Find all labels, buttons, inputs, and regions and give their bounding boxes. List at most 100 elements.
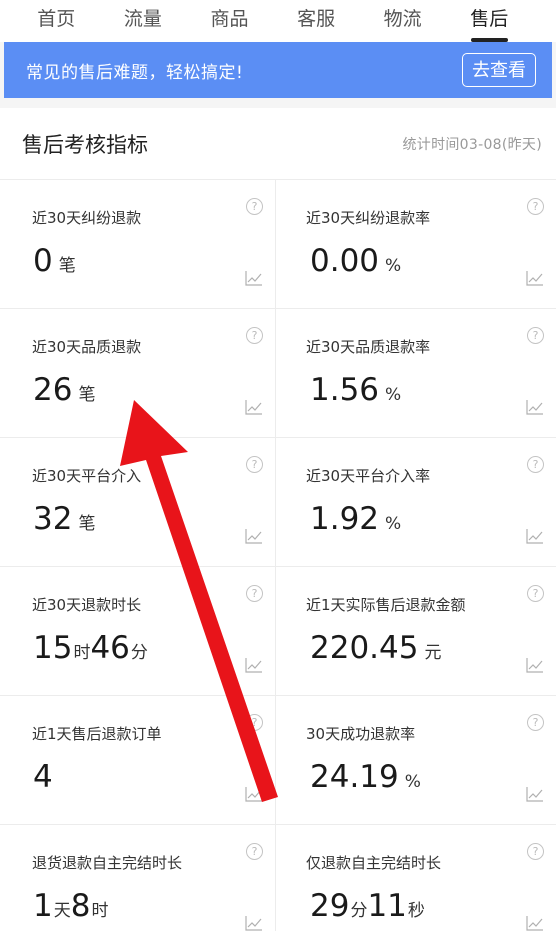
metric-number: 29 — [310, 888, 350, 924]
promo-banner: 常见的售后难题，轻松搞定! 去查看 — [4, 42, 552, 98]
metric-unit: 笔 — [78, 514, 96, 534]
metric-label: 近30天平台介入 — [32, 467, 142, 485]
section-title: 售后考核指标 — [22, 132, 148, 157]
metric-number: 24.19 — [310, 759, 399, 795]
metric-unit: 分 — [350, 901, 368, 921]
metric-unit: 秒 — [407, 901, 425, 921]
metric-unit: % — [385, 256, 402, 276]
nav-tabs: 首页 流量 商品 客服 物流 售后 — [0, 0, 556, 42]
metric-card[interactable]: 近30天平台介入 32 笔? — [0, 438, 276, 567]
trend-chart-icon[interactable] — [245, 270, 263, 286]
help-icon[interactable]: ? — [527, 456, 544, 473]
metric-label: 近30天退款时长 — [32, 596, 142, 614]
metric-number: 220.45 — [310, 630, 419, 666]
metric-unit: 元 — [424, 643, 442, 663]
metric-number: 1.92 — [310, 501, 380, 537]
help-icon[interactable]: ? — [527, 585, 544, 602]
banner-text: 常见的售后难题，轻松搞定! — [26, 62, 244, 83]
metric-card[interactable]: 近30天退款时长 15 时 46 分? — [0, 567, 276, 696]
metric-card[interactable]: 近1天实际售后退款金额 220.45 元? — [276, 567, 556, 696]
help-icon[interactable]: ? — [246, 456, 263, 473]
tab-logistics[interactable]: 物流 — [359, 0, 446, 42]
metric-unit: 分 — [130, 643, 148, 663]
metric-number: 1.56 — [310, 372, 380, 408]
metric-number: 1 — [33, 888, 53, 924]
help-icon[interactable]: ? — [246, 585, 263, 602]
help-icon[interactable]: ? — [246, 843, 263, 860]
trend-chart-icon[interactable] — [526, 528, 544, 544]
metric-label: 近30天品质退款 — [32, 338, 142, 356]
metric-value: 1.92% — [310, 501, 401, 537]
metric-unit: 时 — [91, 901, 109, 921]
metric-value: 32 笔 — [33, 501, 95, 537]
metric-card[interactable]: 30天成功退款率 24.19%? — [276, 696, 556, 825]
metric-label: 近30天平台介入率 — [306, 467, 431, 485]
tab-home[interactable]: 首页 — [13, 0, 100, 42]
metrics-grid: 近30天纠纷退款 0 笔? 近30天纠纷退款率 0.00%? 近30天品质退款 26 笔? 近3… — [0, 180, 556, 931]
metric-card[interactable]: 近30天平台介入率 1.92%? — [276, 438, 556, 567]
metric-label: 近30天品质退款率 — [306, 338, 431, 356]
metric-label: 仅退款自主完结时长 — [306, 854, 442, 872]
trend-chart-icon[interactable] — [526, 786, 544, 802]
metric-unit: 时 — [73, 643, 91, 663]
trend-chart-icon[interactable] — [245, 657, 263, 673]
metric-card[interactable]: 近30天纠纷退款率 0.00%? — [276, 180, 556, 309]
metric-number: 46 — [90, 630, 130, 666]
metric-value: 26 笔 — [33, 372, 95, 408]
trend-chart-icon[interactable] — [526, 915, 544, 931]
tab-customer-service[interactable]: 客服 — [273, 0, 360, 42]
metric-value: 0.00% — [310, 243, 401, 279]
metric-value: 1.56% — [310, 372, 401, 408]
help-icon[interactable]: ? — [246, 198, 263, 215]
section-header: 售后考核指标 统计时间03-08(昨天) — [0, 108, 556, 180]
trend-chart-icon[interactable] — [526, 270, 544, 286]
metric-card[interactable]: 近30天品质退款率 1.56%? — [276, 309, 556, 438]
tab-after-sales[interactable]: 售后 — [446, 0, 533, 42]
metric-card[interactable]: 近30天纠纷退款 0 笔? — [0, 180, 276, 309]
metric-number: 8 — [70, 888, 91, 924]
help-icon[interactable]: ? — [527, 843, 544, 860]
metric-unit: 笔 — [58, 256, 76, 276]
metric-number: 0 — [33, 243, 53, 279]
trend-chart-icon[interactable] — [245, 786, 263, 802]
help-icon[interactable]: ? — [527, 327, 544, 344]
metric-unit: % — [404, 772, 421, 792]
metric-value: 1天8时 — [33, 888, 108, 924]
metric-label: 近30天纠纷退款 — [32, 209, 142, 227]
trend-chart-icon[interactable] — [526, 399, 544, 415]
metric-value: 15 时 46 分 — [33, 630, 148, 666]
tab-traffic[interactable]: 流量 — [100, 0, 187, 42]
metric-unit: 笔 — [78, 385, 96, 405]
metric-number: 15 — [33, 630, 73, 666]
metric-unit: % — [385, 385, 402, 405]
metric-number: 32 — [33, 501, 73, 537]
metric-label: 退货退款自主完结时长 — [32, 854, 183, 872]
metric-number: 4 — [33, 759, 53, 795]
tab-products[interactable]: 商品 — [186, 0, 273, 42]
trend-chart-icon[interactable] — [245, 399, 263, 415]
trend-chart-icon[interactable] — [526, 657, 544, 673]
help-icon[interactable]: ? — [527, 198, 544, 215]
view-button[interactable]: 去查看 — [462, 53, 536, 87]
metric-value: 0笔 — [33, 243, 76, 279]
metric-card[interactable]: 近1天售后退款订单 4? — [0, 696, 276, 825]
metric-number: 0.00 — [310, 243, 380, 279]
metric-value: 29 分 11 秒 — [310, 888, 425, 924]
metric-label: 近1天实际售后退款金额 — [306, 596, 466, 614]
metric-label: 30天成功退款率 — [306, 725, 416, 743]
help-icon[interactable]: ? — [246, 714, 263, 731]
help-icon[interactable]: ? — [246, 327, 263, 344]
metric-label: 近30天纠纷退款率 — [306, 209, 431, 227]
metric-unit: % — [385, 514, 402, 534]
metric-card[interactable]: 近30天品质退款 26 笔? — [0, 309, 276, 438]
stat-time: 统计时间03-08(昨天) — [402, 136, 542, 153]
metrics-section: 售后考核指标 统计时间03-08(昨天) 近30天纠纷退款 0 笔? 近30天纠纷退款… — [0, 108, 556, 931]
trend-chart-icon[interactable] — [245, 528, 263, 544]
metric-card[interactable]: 仅退款自主完结时长 29 分 11 秒? — [276, 825, 556, 931]
metric-unit: 天 — [53, 901, 71, 921]
metric-label: 近1天售后退款订单 — [32, 725, 162, 743]
help-icon[interactable]: ? — [527, 714, 544, 731]
trend-chart-icon[interactable] — [245, 915, 263, 931]
metric-number: 26 — [33, 372, 73, 408]
metric-card[interactable]: 退货退款自主完结时长 1 天 8 时? — [0, 825, 276, 931]
